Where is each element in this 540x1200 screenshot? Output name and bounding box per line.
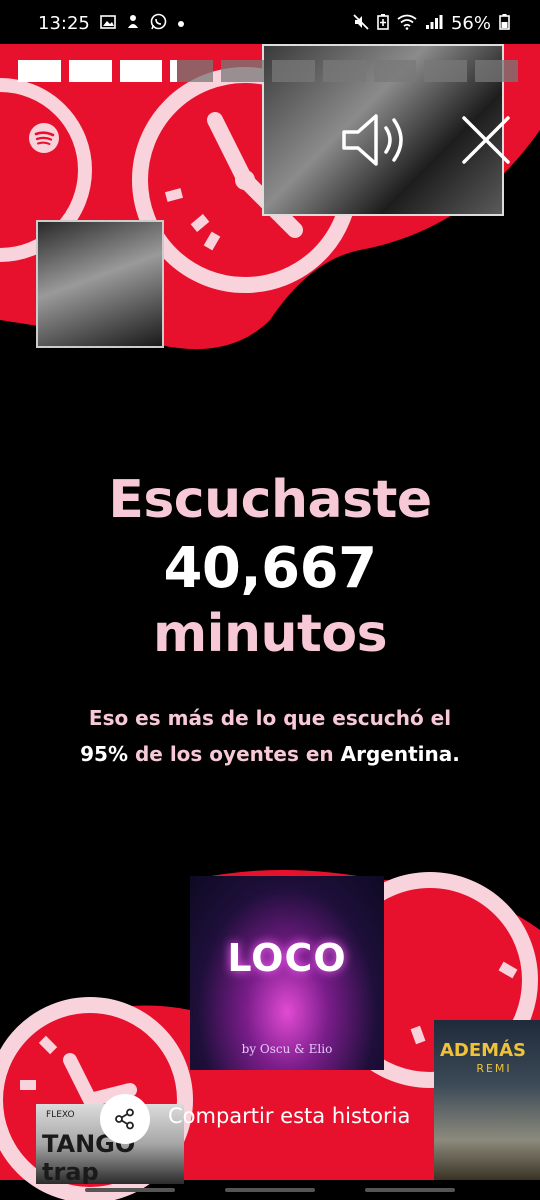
dot-icon <box>177 16 185 31</box>
headline-escuchaste: Escuchaste <box>108 470 432 530</box>
story-progress-bar <box>18 60 518 82</box>
spotify-logo-icon <box>29 123 59 153</box>
comparison-text: Eso es más de lo que escuchó el 95% de l… <box>40 700 500 772</box>
tango-artist: FLEXO <box>46 1110 75 1120</box>
nav-home[interactable] <box>225 1188 315 1192</box>
mute-icon <box>353 13 369 33</box>
close-icon[interactable] <box>458 112 514 168</box>
story-progress-segment <box>68 60 112 82</box>
story-progress-segment <box>170 60 214 82</box>
share-icon <box>115 1108 134 1130</box>
status-bar: 13:25 56% <box>0 0 540 46</box>
story-progress-segment <box>271 60 315 82</box>
story-progress-segment <box>424 60 468 82</box>
gallery-icon <box>100 14 116 32</box>
album-cover-ademas: ADEMÁS REMI <box>434 1020 540 1180</box>
comparison-country: Argentina. <box>340 742 460 766</box>
volume-icon[interactable] <box>340 108 412 172</box>
story-progress-segment <box>373 60 417 82</box>
story-progress-segment <box>221 60 264 82</box>
ademas-title: ADEMÁS <box>440 1040 526 1061</box>
bug-icon <box>126 14 140 33</box>
album-cover-loco: LOCO by Oscu & Elio <box>190 876 384 1070</box>
status-time: 13:25 <box>38 12 90 34</box>
story-progress-segment <box>119 60 163 82</box>
nav-back[interactable] <box>365 1188 455 1192</box>
comparison-percent: 95% <box>80 742 129 766</box>
album-cover-top-left <box>36 220 164 348</box>
wifi-icon <box>397 14 417 33</box>
story-progress-segment <box>475 60 518 82</box>
story-progress-segment <box>322 60 366 82</box>
signal-icon <box>425 14 443 33</box>
headline-minutes-count: 40,667 <box>163 536 377 601</box>
system-nav-bar <box>0 1180 540 1200</box>
share-story-label[interactable]: Compartir esta historia <box>168 1104 410 1128</box>
share-button[interactable] <box>100 1094 150 1144</box>
loco-title: LOCO <box>227 936 347 980</box>
story-progress-segment <box>18 60 61 82</box>
headline-minutos: minutos <box>152 604 388 664</box>
battery-percent: 56% <box>450 12 491 34</box>
whatsapp-icon <box>150 13 167 33</box>
battery-saver-icon <box>377 13 389 33</box>
comparison-part2: de los oyentes en <box>134 742 334 766</box>
loco-subtitle: by Oscu & Elio <box>241 1042 333 1056</box>
comparison-part1: Eso es más de lo que escuchó el <box>88 706 452 730</box>
ademas-subtitle: REMI <box>476 1062 512 1075</box>
battery-icon <box>499 13 510 33</box>
nav-recents[interactable] <box>85 1188 175 1192</box>
